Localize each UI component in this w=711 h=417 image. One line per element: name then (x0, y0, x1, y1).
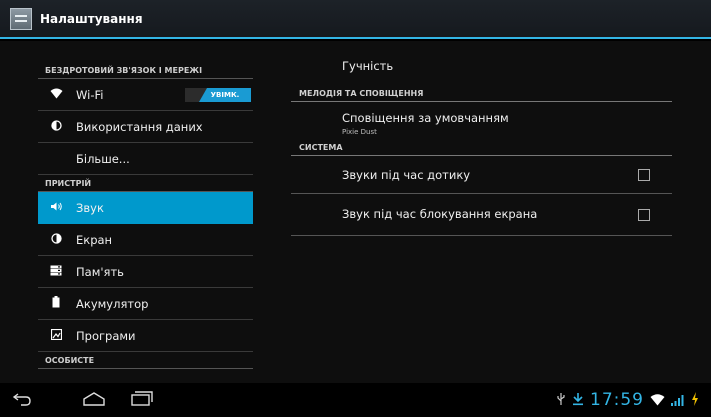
download-icon (572, 391, 584, 410)
sidebar-item-label: Звук (76, 200, 104, 215)
screen-lock-sound-title: Звук під час блокування екрана (342, 207, 538, 221)
home-button[interactable] (72, 383, 116, 417)
section-ringtone-notifications: МЕЛОДІЯ ТА СПОВІЩЕННЯ (291, 85, 672, 102)
wifi-icon (650, 391, 665, 410)
status-area[interactable]: 17:59 (556, 383, 699, 417)
wifi-toggle[interactable]: УВІМК. (185, 88, 251, 102)
default-notification-row[interactable]: Сповіщення за умовчанням Pixie Dust (291, 102, 672, 139)
sidebar-item-more[interactable]: Більше... (38, 143, 253, 175)
section-device: ПРИСТРІЙ (38, 175, 253, 192)
section-system: СИСТЕМА (291, 139, 672, 156)
settings-content: БЕЗДРОТОВИЙ ЗВ'ЯЗОК І МЕРЕЖІ Wi-Fi УВІМК… (0, 41, 711, 383)
section-wireless-networks: БЕЗДРОТОВИЙ ЗВ'ЯЗОК І МЕРЕЖІ (38, 62, 253, 79)
default-notification-title: Сповіщення за умовчанням (342, 111, 509, 125)
sidebar-item-apps[interactable]: Програми (38, 320, 253, 352)
wifi-icon (48, 88, 64, 102)
sidebar-item-battery[interactable]: Акумулятор (38, 288, 253, 320)
default-notification-summary: Pixie Dust (342, 128, 377, 136)
sidebar-item-wifi[interactable]: Wi-Fi УВІМК. (38, 79, 253, 111)
home-icon (83, 391, 105, 410)
speaker-icon (48, 201, 64, 215)
volume-row[interactable]: Гучність (291, 41, 672, 77)
touch-sounds-checkbox[interactable] (638, 168, 650, 181)
sidebar-item-label: Використання даних (76, 119, 203, 134)
screen-lock-sound-row[interactable]: Звук під час блокування екрана (291, 194, 672, 236)
back-button[interactable] (0, 383, 44, 417)
touch-sounds-title: Звуки під час дотику (342, 168, 471, 182)
charging-icon (691, 391, 699, 410)
sidebar-item-storage[interactable]: Пам'ять (38, 256, 253, 288)
sidebar-item-label: Акумулятор (76, 296, 149, 311)
page-title: Налаштування (40, 11, 143, 26)
recents-button[interactable] (120, 383, 164, 417)
back-icon (12, 391, 32, 410)
apps-icon (48, 328, 64, 343)
sidebar-item-label: Програми (76, 328, 136, 343)
section-personal: ОСОБИСТЕ (38, 352, 253, 369)
storage-icon (48, 265, 64, 279)
data-usage-icon (48, 119, 64, 134)
wifi-toggle-on-label: УВІМК. (199, 88, 251, 102)
screen-lock-sound-checkbox[interactable] (638, 208, 650, 221)
sidebar-item-sound[interactable]: Звук (38, 192, 253, 224)
sidebar-item-data-usage[interactable]: Використання даних (38, 111, 253, 143)
recents-icon (131, 390, 153, 410)
settings-headers-list[interactable]: БЕЗДРОТОВИЙ ЗВ'ЯЗОК І МЕРЕЖІ Wi-Fi УВІМК… (38, 62, 253, 383)
sidebar-item-display[interactable]: Екран (38, 224, 253, 256)
settings-icon[interactable] (10, 7, 32, 30)
brightness-icon (48, 232, 64, 247)
action-bar: Налаштування (0, 0, 711, 39)
system-navigation-bar: 17:59 (0, 383, 711, 417)
volume-label: Гучність (342, 59, 394, 73)
battery-icon (48, 296, 64, 311)
sidebar-item-label: Більше... (76, 151, 130, 166)
sidebar-item-label: Пам'ять (76, 264, 124, 279)
usb-icon (556, 391, 566, 410)
signal-icon (671, 391, 685, 410)
touch-sounds-row[interactable]: Звуки під час дотику (291, 156, 672, 194)
sidebar-item-label: Екран (76, 232, 113, 247)
sound-settings-pane: Гучність МЕЛОДІЯ ТА СПОВІЩЕННЯ Сповіщенн… (291, 41, 672, 383)
clock: 17:59 (590, 390, 644, 410)
